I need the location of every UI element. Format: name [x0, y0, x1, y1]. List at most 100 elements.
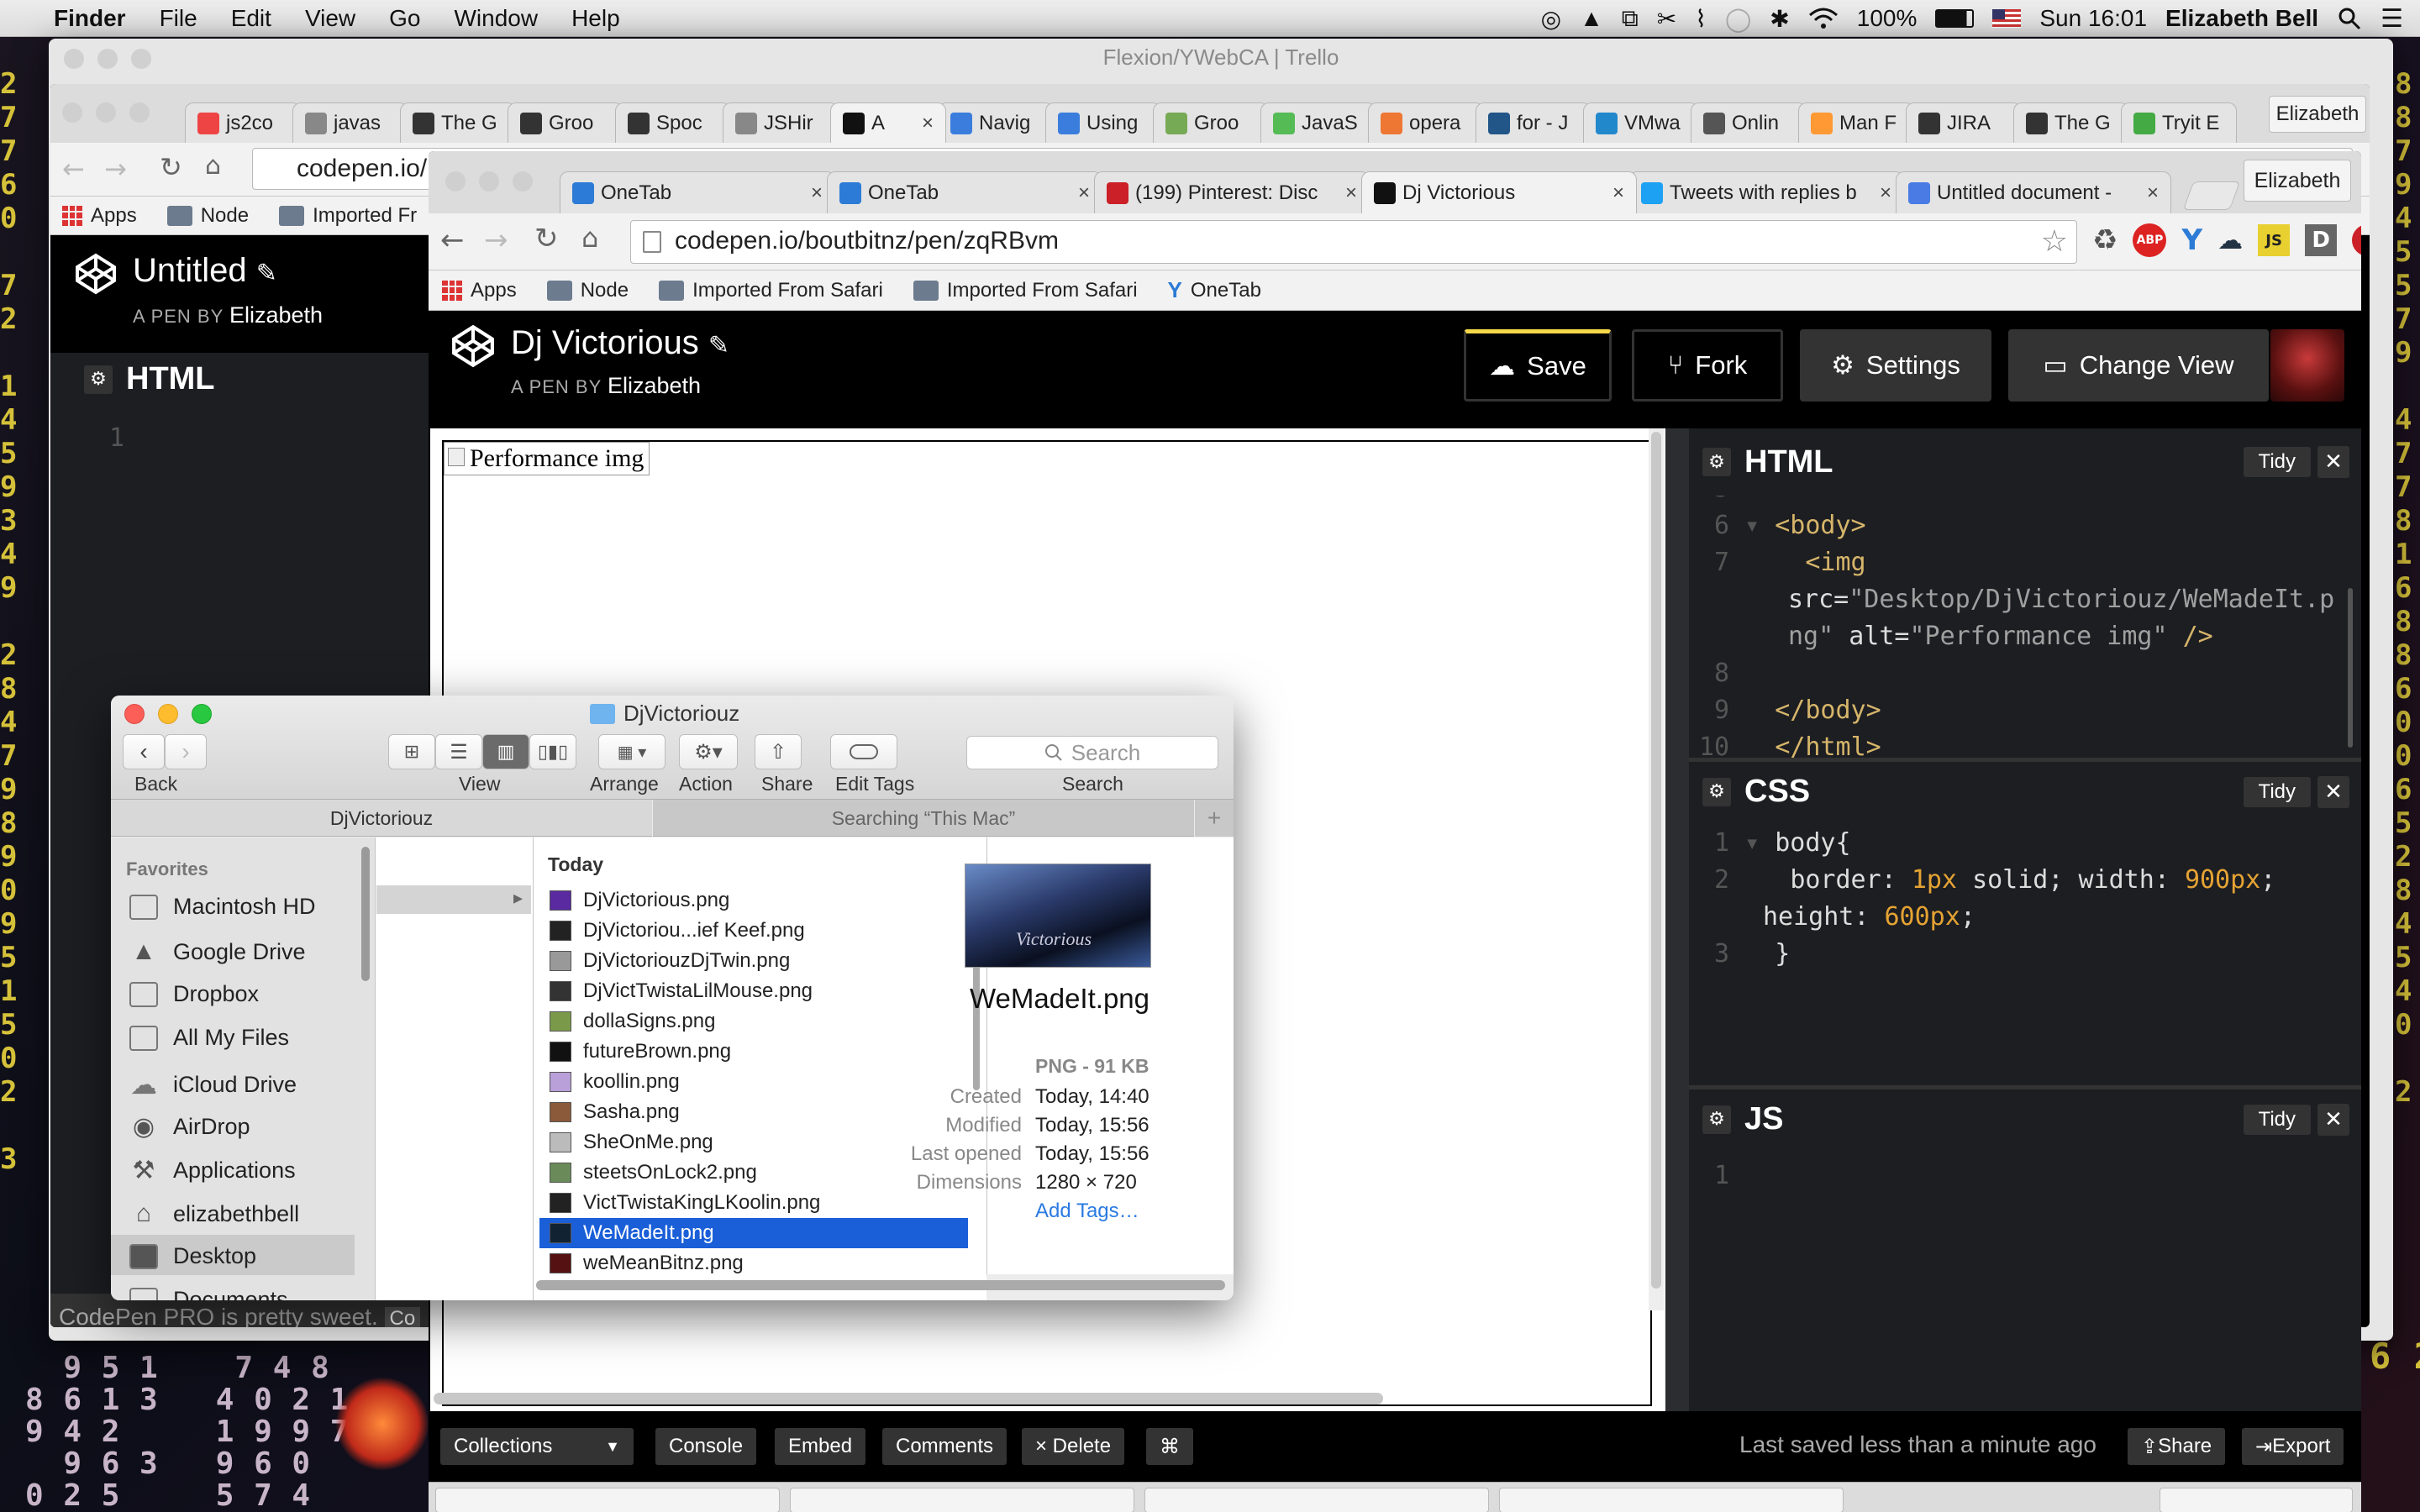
- back-pen-title[interactable]: Untitled ✎: [133, 252, 277, 290]
- finder-tab-djvictoriouz[interactable]: DjVictoriouz: [111, 800, 652, 837]
- bluetooth-icon[interactable]: ✱: [1770, 5, 1789, 33]
- gear-icon[interactable]: ⚙: [1702, 448, 1731, 476]
- back-nav-icon[interactable]: ←: [62, 153, 85, 185]
- view-list-button[interactable]: ☰: [435, 734, 482, 769]
- back-codepen-logo-icon[interactable]: [74, 252, 118, 296]
- front-tab[interactable]: Tweets with replies b ×: [1628, 171, 1904, 213]
- back-tab[interactable]: Groo: [1153, 102, 1269, 143]
- change-view-button[interactable]: ▭ Change View: [2008, 329, 2269, 402]
- sidebar-scrollbar[interactable]: [361, 847, 370, 981]
- gear-icon[interactable]: ⚙: [1702, 1105, 1731, 1134]
- messages-icon[interactable]: ◯: [1725, 5, 1751, 33]
- close-button[interactable]: [445, 171, 466, 192]
- battery-icon[interactable]: [1935, 9, 1975, 28]
- close-tab-icon[interactable]: ×: [2147, 181, 2159, 205]
- back-tab[interactable]: Spoc: [615, 102, 731, 143]
- new-tab-button[interactable]: +: [1195, 800, 1234, 837]
- menu-help[interactable]: Help: [571, 5, 620, 32]
- list-item[interactable]: DjVictoriou...ief Keef.png: [539, 916, 968, 946]
- minimize-button[interactable]: [96, 102, 116, 123]
- close-tab-icon[interactable]: ×: [811, 181, 823, 205]
- back-tab[interactable]: Navig: [938, 102, 1054, 143]
- pinterest-extension-icon[interactable]: P: [2352, 224, 2361, 256]
- search-field[interactable]: Search: [966, 736, 1218, 769]
- forward-nav-icon[interactable]: →: [104, 153, 127, 185]
- google-drive-icon[interactable]: ▲: [1580, 5, 1603, 32]
- promo-button[interactable]: Co: [384, 1307, 421, 1327]
- back-tab[interactable]: Tryit E: [2121, 102, 2237, 143]
- copy-icon[interactable]: ⧉: [1622, 5, 1639, 33]
- back-tab[interactable]: JIRA: [1906, 102, 2022, 143]
- reload-icon[interactable]: ↻: [160, 151, 182, 183]
- fork-button[interactable]: ⑂ Fork: [1632, 329, 1783, 402]
- share-button[interactable]: ⇪ Share: [2128, 1428, 2226, 1465]
- zoom-button[interactable]: [513, 171, 533, 192]
- console-button[interactable]: Console: [655, 1428, 757, 1465]
- front-address-bar[interactable]: codepen.io/boutbitnz/pen/zqRBvm ☆: [630, 220, 2077, 264]
- list-item[interactable]: DjVictorious.png: [539, 885, 968, 916]
- delete-button[interactable]: × Delete: [1022, 1428, 1125, 1465]
- recycle-extension-icon[interactable]: ♻: [2092, 223, 2118, 257]
- scissors-icon[interactable]: ✂: [1657, 5, 1676, 33]
- close-tab-icon[interactable]: ×: [922, 112, 934, 135]
- front-profile-button[interactable]: Elizabeth: [2244, 160, 2351, 202]
- bookmark-imported-1[interactable]: Imported From Safari: [659, 279, 883, 302]
- finder-tab-search[interactable]: Searching “This Mac”: [653, 800, 1194, 837]
- action-button[interactable]: ⚙▾: [679, 734, 738, 769]
- byline-author[interactable]: Elizabeth: [608, 373, 701, 398]
- list-item[interactable]: weMeanBitnz.png: [539, 1248, 968, 1278]
- menu-window[interactable]: Window: [454, 5, 538, 32]
- settings-button[interactable]: ⚙ Settings: [1800, 329, 1991, 402]
- spotlight-icon[interactable]: [2337, 6, 2362, 31]
- tidy-button[interactable]: Tidy: [2243, 776, 2311, 807]
- notification-center-icon[interactable]: ☰: [2381, 4, 2403, 34]
- bookmark-imported-2[interactable]: Imported From Safari: [913, 279, 1138, 302]
- back-tab[interactable]: javas: [292, 102, 408, 143]
- back-tab[interactable]: JSHir: [723, 102, 839, 143]
- close-icon[interactable]: ✕: [2317, 1103, 2349, 1136]
- list-item[interactable]: futureBrown.png: [539, 1037, 968, 1067]
- show-all-downloads-button[interactable]: [2160, 1488, 2353, 1512]
- cloud-extension-icon[interactable]: ☁: [2217, 226, 2243, 255]
- zoom-button[interactable]: [129, 102, 150, 123]
- minimize-button[interactable]: [97, 49, 118, 69]
- back-tab[interactable]: for - J: [1476, 102, 1591, 143]
- arrange-button[interactable]: ▦ ▾: [598, 734, 666, 769]
- paperclip-icon[interactable]: ⌇: [1695, 5, 1707, 33]
- forward-nav-icon[interactable]: →: [484, 223, 508, 257]
- close-button[interactable]: [64, 49, 84, 69]
- horizontal-scrollbar[interactable]: [434, 1393, 1383, 1404]
- list-item[interactable]: dollaSigns.png: [539, 1006, 968, 1037]
- back-tab[interactable]: js2co: [185, 102, 301, 143]
- add-tags-link[interactable]: Add Tags…: [1035, 1200, 1139, 1223]
- collections-dropdown[interactable]: Collections ▼: [440, 1428, 634, 1465]
- keyboard-shortcuts-button[interactable]: ⌘: [1146, 1428, 1193, 1465]
- user-name[interactable]: Elizabeth Bell: [2165, 5, 2318, 32]
- pen-title[interactable]: Dj Victorious ✎: [511, 324, 729, 362]
- comments-button[interactable]: Comments: [882, 1428, 1007, 1465]
- edit-tags-button[interactable]: [830, 734, 897, 769]
- download-item[interactable]: [435, 1488, 780, 1512]
- tidy-button[interactable]: Tidy: [2243, 1104, 2311, 1135]
- js-code-area[interactable]: 1: [1689, 1149, 2361, 1411]
- avatar[interactable]: [2270, 329, 2344, 402]
- back-tab[interactable]: Onlin: [1691, 102, 1807, 143]
- back-profile-button[interactable]: Elizabeth: [2269, 96, 2366, 133]
- jshint-extension-icon[interactable]: JS: [2258, 224, 2291, 256]
- save-button[interactable]: ☁ Save: [1464, 329, 1612, 402]
- menu-view[interactable]: View: [305, 5, 355, 32]
- close-icon[interactable]: ✕: [2317, 446, 2349, 478]
- zoom-button[interactable]: [131, 49, 151, 69]
- minimize-button[interactable]: [158, 704, 178, 724]
- d-extension-icon[interactable]: D: [2305, 224, 2338, 256]
- menu-file[interactable]: File: [160, 5, 197, 32]
- bookmark-imported[interactable]: Imported Fr: [279, 204, 417, 228]
- resize-divider[interactable]: [1665, 428, 1689, 1411]
- close-tab-icon[interactable]: ×: [1880, 181, 1891, 205]
- back-tab[interactable]: Groo: [508, 102, 623, 143]
- close-tab-icon[interactable]: ×: [1345, 181, 1357, 205]
- codepen-logo-icon[interactable]: [450, 323, 496, 369]
- creative-cloud-icon[interactable]: ◎: [1541, 5, 1561, 33]
- zoom-button[interactable]: [192, 704, 212, 724]
- menu-app-name[interactable]: Finder: [54, 5, 126, 32]
